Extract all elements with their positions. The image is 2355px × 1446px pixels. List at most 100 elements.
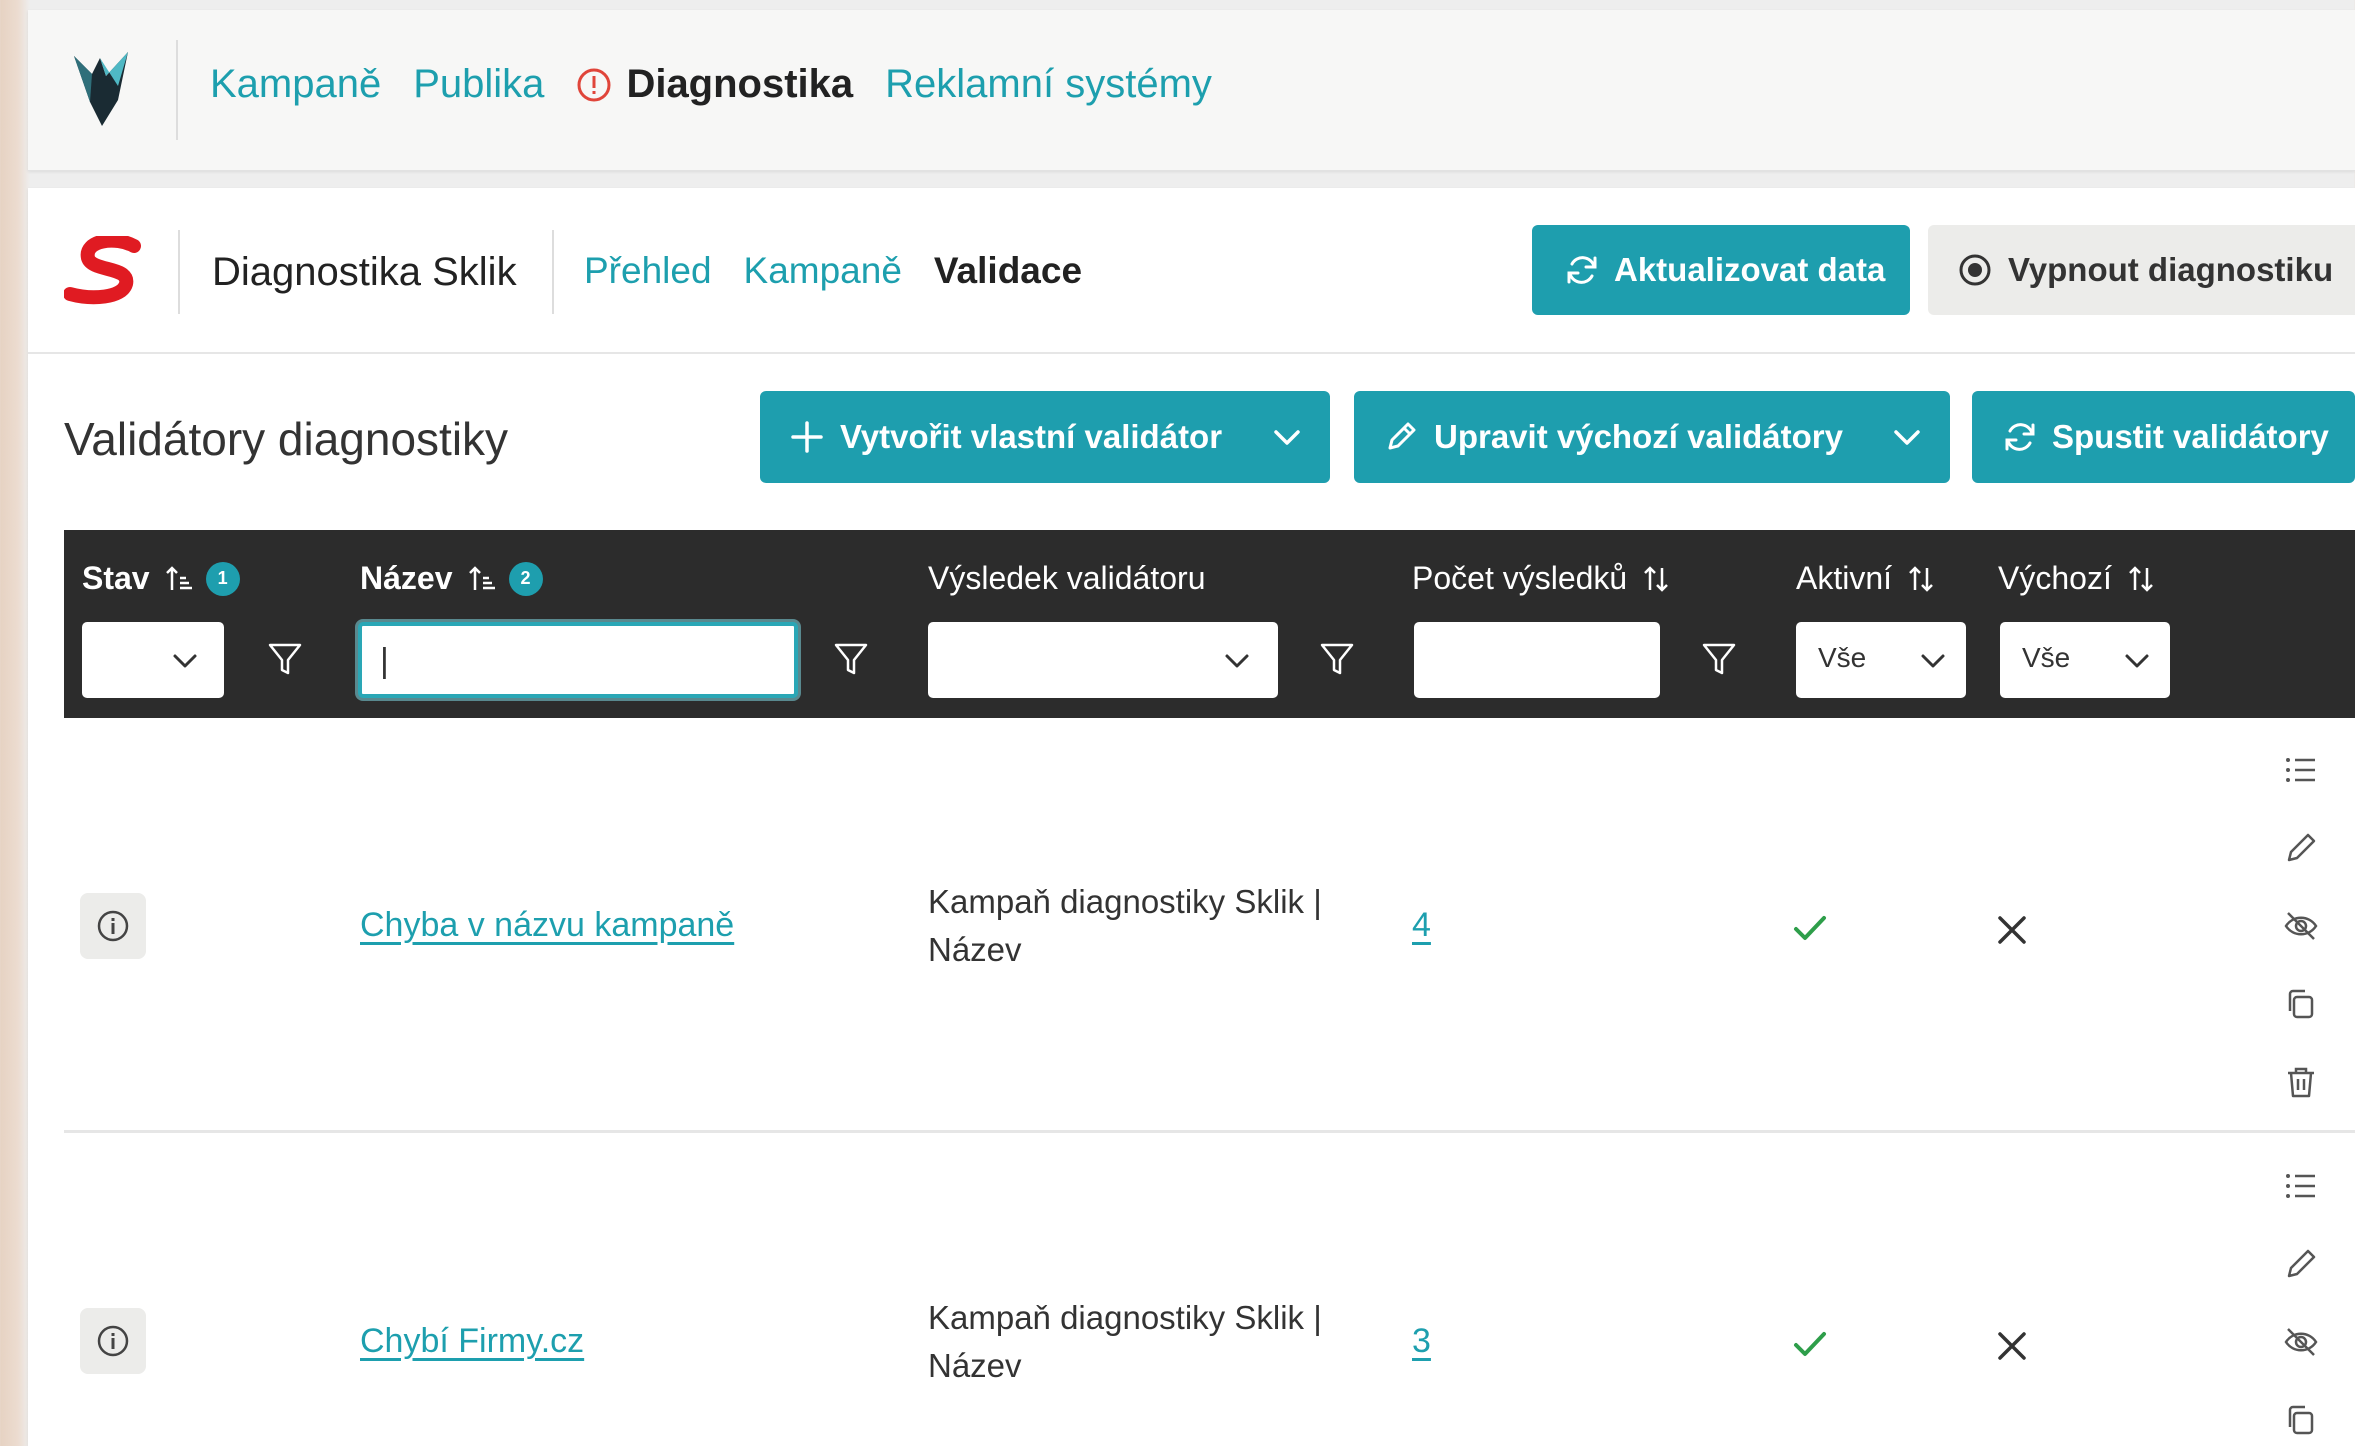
list-icon[interactable] bbox=[2283, 1168, 2319, 1204]
nav-item-kampane[interactable]: Kampaně bbox=[210, 62, 381, 107]
validator-result-line1: Kampaň diagnostiky Sklik | bbox=[928, 1299, 1322, 1336]
nav-item-reklamni-systemy[interactable]: Reklamní systémy bbox=[885, 62, 1212, 107]
page-title: Diagnostika Sklik bbox=[212, 250, 517, 294]
refresh-icon bbox=[1567, 256, 1597, 284]
row-divider bbox=[64, 1130, 2355, 1133]
info-button[interactable] bbox=[80, 893, 146, 959]
column-header-aktivni[interactable]: Aktivní bbox=[1796, 560, 1936, 597]
tab-prehled[interactable]: Přehled bbox=[584, 250, 712, 292]
close-icon bbox=[1998, 916, 2026, 944]
column-header-vysledek-label: Výsledek validátoru bbox=[928, 560, 1206, 596]
sort-both-icon[interactable] bbox=[1641, 564, 1671, 594]
table-row bbox=[64, 1134, 2355, 1446]
info-button[interactable] bbox=[80, 1308, 146, 1374]
validator-result-line1: Kampaň diagnostiky Sklik | bbox=[928, 883, 1322, 920]
column-header-vychozi[interactable]: Výchozí bbox=[1998, 560, 2156, 597]
name-filter-input[interactable]: | bbox=[358, 622, 798, 698]
subheader-divider bbox=[178, 230, 180, 314]
info-icon bbox=[97, 1325, 129, 1357]
subheader-bottom-border bbox=[28, 352, 2355, 354]
sort-asc-icon[interactable] bbox=[467, 564, 497, 594]
radio-stop-icon bbox=[1959, 254, 1991, 286]
nav-divider bbox=[176, 40, 178, 140]
top-navigation: Kampaně Publika Diagnostika Reklamní sys… bbox=[28, 10, 2355, 171]
list-icon[interactable] bbox=[2283, 752, 2319, 788]
check-icon bbox=[1794, 916, 1826, 940]
trash-icon[interactable] bbox=[2283, 1064, 2319, 1100]
eye-slash-icon[interactable] bbox=[2283, 1324, 2319, 1360]
chevron-down-icon[interactable] bbox=[1892, 422, 1922, 452]
vychozi-filter-select[interactable]: Vše bbox=[2000, 622, 2170, 698]
column-header-nazev[interactable]: Název 2 bbox=[360, 560, 543, 597]
sort-both-icon[interactable] bbox=[2126, 564, 2156, 594]
sklik-logo bbox=[63, 233, 152, 311]
edit-default-validators-button[interactable]: Upravit výchozí validátory bbox=[1354, 391, 1950, 483]
count-filter-input[interactable] bbox=[1414, 622, 1660, 698]
column-header-vychozi-label: Výchozí bbox=[1998, 560, 2112, 596]
sort-both-icon[interactable] bbox=[1906, 564, 1936, 594]
nav-item-publika[interactable]: Publika bbox=[413, 62, 544, 107]
check-icon bbox=[1794, 1332, 1826, 1356]
disable-diagnostics-button[interactable]: Vypnout diagnostiku bbox=[1928, 225, 2355, 315]
pencil-icon[interactable] bbox=[2283, 830, 2319, 866]
validator-name-link[interactable]: Chyba v názvu kampaně bbox=[360, 906, 734, 945]
chevron-down-icon[interactable] bbox=[1272, 422, 1302, 452]
vychozi-filter-value: Vše bbox=[2022, 642, 2071, 673]
nav-item-diagnostika[interactable]: Diagnostika bbox=[576, 62, 853, 107]
plus-icon bbox=[791, 421, 823, 453]
section-title: Validátory diagnostiky bbox=[64, 413, 509, 465]
copy-icon[interactable] bbox=[2283, 986, 2319, 1022]
copy-icon[interactable] bbox=[2283, 1402, 2319, 1438]
disable-diagnostics-label: Vypnout diagnostiku bbox=[2008, 251, 2334, 288]
app-logo[interactable] bbox=[70, 46, 132, 141]
info-icon bbox=[97, 910, 129, 942]
filter-icon[interactable] bbox=[1700, 640, 1738, 678]
table-header: Stav 1 Název 2 Výsledek validátoru Počet… bbox=[64, 530, 2355, 718]
column-header-stav[interactable]: Stav 1 bbox=[82, 560, 240, 597]
validator-result-line2: Název bbox=[928, 931, 1022, 968]
column-header-vysledek: Výsledek validátoru bbox=[928, 560, 1205, 597]
tab-kampane[interactable]: Kampaně bbox=[744, 250, 902, 292]
chevron-down-icon bbox=[173, 654, 197, 668]
create-validator-label: Vytvořit vlastní validátor bbox=[840, 418, 1223, 455]
filter-icon[interactable] bbox=[832, 640, 870, 678]
column-header-stav-label: Stav bbox=[82, 560, 150, 596]
aktivni-filter-value: Vše bbox=[1818, 642, 1867, 673]
result-filter-select[interactable] bbox=[928, 622, 1278, 698]
close-icon bbox=[1998, 1332, 2026, 1360]
filter-icon[interactable] bbox=[266, 640, 304, 678]
eye-slash-icon[interactable] bbox=[2283, 908, 2319, 944]
subheader-divider-2 bbox=[552, 230, 554, 314]
sort-order-badge: 2 bbox=[508, 561, 543, 596]
column-header-nazev-label: Název bbox=[360, 560, 453, 596]
chevron-down-icon bbox=[2125, 654, 2149, 668]
result-count-link[interactable]: 4 bbox=[1412, 906, 1431, 945]
chevron-down-icon bbox=[1921, 654, 1945, 668]
nav-item-diagnostika-label: Diagnostika bbox=[626, 62, 854, 106]
column-header-aktivni-label: Aktivní bbox=[1796, 560, 1893, 596]
validator-result-line2: Název bbox=[928, 1347, 1022, 1384]
tab-validace[interactable]: Validace bbox=[934, 250, 1082, 292]
create-validator-button[interactable]: Vytvořit vlastní validátor bbox=[760, 391, 1330, 483]
validator-result: Kampaň diagnostiky Sklik | Název bbox=[928, 878, 1348, 974]
pencil-icon bbox=[1388, 422, 1416, 450]
sort-order-badge: 1 bbox=[205, 561, 240, 596]
run-validators-label: Spustit validátory bbox=[2052, 418, 2329, 455]
validator-name-link[interactable]: Chybí Firmy.cz bbox=[360, 1322, 584, 1361]
result-count-link[interactable]: 3 bbox=[1412, 1322, 1431, 1361]
pencil-icon[interactable] bbox=[2283, 1246, 2319, 1282]
refresh-data-label: Aktualizovat data bbox=[1614, 251, 1886, 288]
chevron-down-icon bbox=[1225, 654, 1249, 668]
run-validators-button[interactable]: Spustit validátory bbox=[1972, 391, 2355, 483]
filter-icon[interactable] bbox=[1318, 640, 1356, 678]
warning-circle-icon bbox=[577, 68, 611, 101]
stav-filter-select[interactable] bbox=[82, 622, 224, 698]
name-filter-value: | bbox=[380, 642, 389, 680]
sort-asc-icon[interactable] bbox=[164, 564, 194, 594]
column-header-pocet[interactable]: Počet výsledků bbox=[1412, 560, 1671, 597]
edit-default-validators-label: Upravit výchozí validátory bbox=[1434, 418, 1843, 455]
validator-result: Kampaň diagnostiky Sklik | Název bbox=[928, 1294, 1348, 1390]
aktivni-filter-select[interactable]: Vše bbox=[1796, 622, 1966, 698]
refresh-data-button[interactable]: Aktualizovat data bbox=[1532, 225, 1910, 315]
column-header-pocet-label: Počet výsledků bbox=[1412, 560, 1628, 596]
